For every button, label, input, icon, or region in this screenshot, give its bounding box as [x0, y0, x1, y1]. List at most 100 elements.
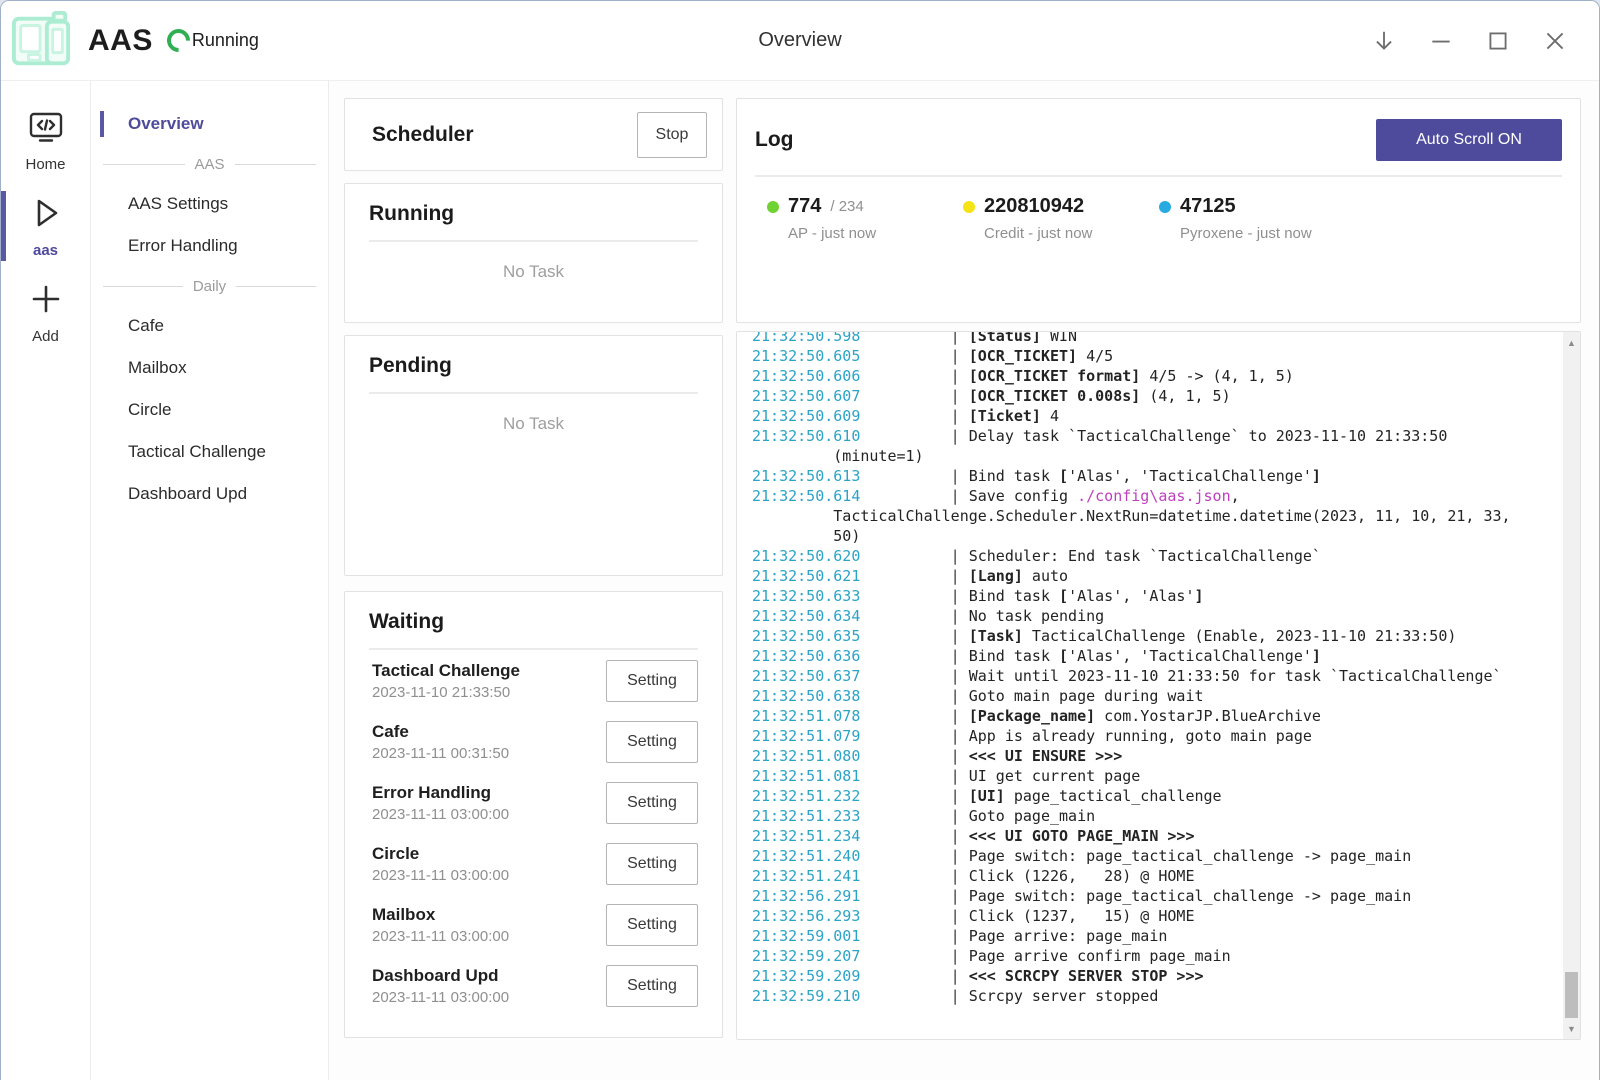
log-line: INFO21:32:50.613 | Bind task ['Alas', 'T…: [752, 466, 1539, 486]
nav-item-aas-settings[interactable]: AAS Settings: [91, 183, 328, 225]
task-setting-button-circle[interactable]: Setting: [606, 843, 698, 885]
update-button[interactable]: [1362, 19, 1406, 63]
home-code-monitor-icon: [28, 111, 64, 150]
nav-section-label: Daily: [193, 278, 226, 295]
scrollbar-thumb[interactable]: [1565, 972, 1578, 1018]
app-body: Home aas Add Overview AAS AAS Settings Erro…: [1, 81, 1599, 1080]
log-title: Log: [755, 128, 793, 152]
play-icon: [28, 195, 64, 236]
nav-item-error-handling[interactable]: Error Handling: [91, 225, 328, 267]
nav-section-daily: Daily: [91, 267, 328, 305]
log-scrollbar[interactable]: ▲ ▼: [1563, 332, 1580, 1039]
log-line: INFO21:32:50.635 | [Task] TacticalChalle…: [752, 626, 1539, 646]
nav-item-label: Circle: [128, 400, 171, 420]
task-name: Tactical Challenge: [372, 661, 520, 681]
task-name: Circle: [372, 844, 509, 864]
running-spinner-icon: [162, 24, 195, 57]
waiting-task-row-tactical-challenge: Tactical Challenge 2023-11-10 21:33:50 S…: [369, 650, 698, 711]
scroll-down-icon[interactable]: ▼: [1563, 1020, 1580, 1037]
minimize-button[interactable]: [1419, 19, 1463, 63]
log-line: INFO21:32:50.607 | [OCR_TICKET 0.008s] (…: [752, 386, 1539, 406]
task-name: Error Handling: [372, 783, 509, 803]
task-next-run: 2023-11-11 03:00:00: [372, 928, 509, 945]
stat-value: 220810942: [984, 195, 1084, 218]
divider: [369, 240, 698, 242]
titlebar: AAS Running Overview: [1, 1, 1599, 81]
log-line: INFO21:32:50.614 | Save config ./config\…: [752, 486, 1539, 546]
log-line: INFO21:32:59.001 | Page arrive: page_mai…: [752, 926, 1539, 946]
stat-ap-dot-icon: [767, 201, 779, 213]
waiting-task-row-circle: Circle 2023-11-11 03:00:00 Setting: [369, 833, 698, 894]
task-info: Circle 2023-11-11 03:00:00: [369, 844, 509, 884]
waiting-task-list: Tactical Challenge 2023-11-10 21:33:50 S…: [369, 650, 698, 1016]
nav-section-label: AAS: [195, 156, 225, 173]
dashboard-stats: 774 / 234 AP - just now 220810942 Credit…: [755, 195, 1562, 242]
left-rail: Home aas Add: [1, 81, 91, 1080]
rail-item-add[interactable]: Add: [1, 271, 90, 357]
divider: [369, 392, 698, 394]
rail-item-label: aas: [33, 242, 58, 259]
task-setting-button-mailbox[interactable]: Setting: [606, 904, 698, 946]
waiting-card: Waiting Tactical Challenge 2023-11-10 21…: [344, 591, 723, 1038]
log-view-card: INFO21:32:50.598 | [Status] WIN INFO21:32…: [736, 331, 1581, 1040]
log-line: INFO21:32:51.234 | <<< UI GOTO PAGE_MAIN…: [752, 826, 1539, 846]
log-line: INFO21:32:50.636 | Bind task ['Alas', 'T…: [752, 646, 1539, 666]
task-setting-button-cafe[interactable]: Setting: [606, 721, 698, 763]
app-name: AAS: [88, 24, 153, 58]
running-card: Running No Task: [344, 183, 723, 323]
scroll-up-icon[interactable]: ▲: [1563, 334, 1580, 351]
log-line: INFO21:32:50.606 | [OCR_TICKET format] 4…: [752, 366, 1539, 386]
nav-section-aas: AAS: [91, 145, 328, 183]
nav-item-cafe[interactable]: Cafe: [91, 305, 328, 347]
nav-item-tactical-challenge[interactable]: Tactical Challenge: [91, 431, 328, 473]
nav-item-overview[interactable]: Overview: [91, 103, 328, 145]
running-title: Running: [369, 202, 698, 226]
rail-item-home[interactable]: Home: [1, 101, 90, 185]
down-arrow-icon: [1371, 28, 1397, 54]
plus-icon: [28, 281, 64, 322]
nav-item-dashboard-upd[interactable]: Dashboard Upd: [91, 473, 328, 515]
log-line: INFO21:32:50.633 | Bind task ['Alas', 'A…: [752, 586, 1539, 606]
log-line: INFO21:32:51.081 | UI get current page: [752, 766, 1539, 786]
log-line: INFO21:32:51.079 | App is already runnin…: [752, 726, 1539, 746]
maximize-icon: [1485, 28, 1511, 54]
stat-suffix: / 234: [830, 198, 863, 215]
waiting-task-row-mailbox: Mailbox 2023-11-11 03:00:00 Setting: [369, 894, 698, 955]
log-content: INFO21:32:50.598 | [Status] WIN INFO21:32…: [737, 332, 1539, 1006]
stat-label: AP - just now: [788, 225, 963, 242]
nav-item-circle[interactable]: Circle: [91, 389, 328, 431]
nav-item-label: AAS Settings: [128, 194, 228, 214]
log-line: INFO21:32:51.240 | Page switch: page_tac…: [752, 846, 1539, 866]
waiting-task-row-error-handling: Error Handling 2023-11-11 03:00:00 Setti…: [369, 772, 698, 833]
task-name: Dashboard Upd: [372, 966, 509, 986]
divider: [755, 175, 1562, 177]
log-column: Log Auto Scroll ON 774 / 234 AP - just n…: [736, 81, 1581, 1080]
task-setting-button-tactical-challenge[interactable]: Setting: [606, 660, 698, 702]
task-setting-button-dashboard-upd[interactable]: Setting: [606, 965, 698, 1007]
running-status: Running: [192, 30, 259, 51]
rail-item-aas[interactable]: aas: [1, 185, 90, 271]
close-icon: [1542, 28, 1568, 54]
pending-title: Pending: [369, 354, 698, 378]
maximize-button[interactable]: [1476, 19, 1520, 63]
nav-item-mailbox[interactable]: Mailbox: [91, 347, 328, 389]
close-button[interactable]: [1533, 19, 1577, 63]
log-line: INFO21:32:50.610 | Delay task `TacticalC…: [752, 426, 1539, 466]
rail-item-label: Home: [25, 156, 65, 173]
scheduler-card: Scheduler Stop: [344, 98, 723, 171]
app-window: AAS Running Overview: [0, 0, 1600, 1080]
log-line: INFO21:32:56.291 | Page switch: page_tac…: [752, 886, 1539, 906]
running-empty-text: No Task: [369, 262, 698, 282]
nav-item-label: Error Handling: [128, 236, 238, 256]
task-info: Mailbox 2023-11-11 03:00:00: [369, 905, 509, 945]
stop-button[interactable]: Stop: [637, 112, 707, 158]
log-line: INFO21:32:50.598 | [Status] WIN: [752, 332, 1539, 346]
log-output[interactable]: INFO21:32:50.598 | [Status] WIN INFO21:32…: [737, 332, 1563, 1039]
auto-scroll-button[interactable]: Auto Scroll ON: [1376, 119, 1562, 161]
app-logo: [11, 10, 73, 72]
stat-label: Pyroxene - just now: [1180, 225, 1355, 242]
task-info: Tactical Challenge 2023-11-10 21:33:50: [369, 661, 520, 701]
stat-label: Credit - just now: [984, 225, 1159, 242]
task-next-run: 2023-11-11 00:31:50: [372, 745, 509, 762]
task-setting-button-error-handling[interactable]: Setting: [606, 782, 698, 824]
